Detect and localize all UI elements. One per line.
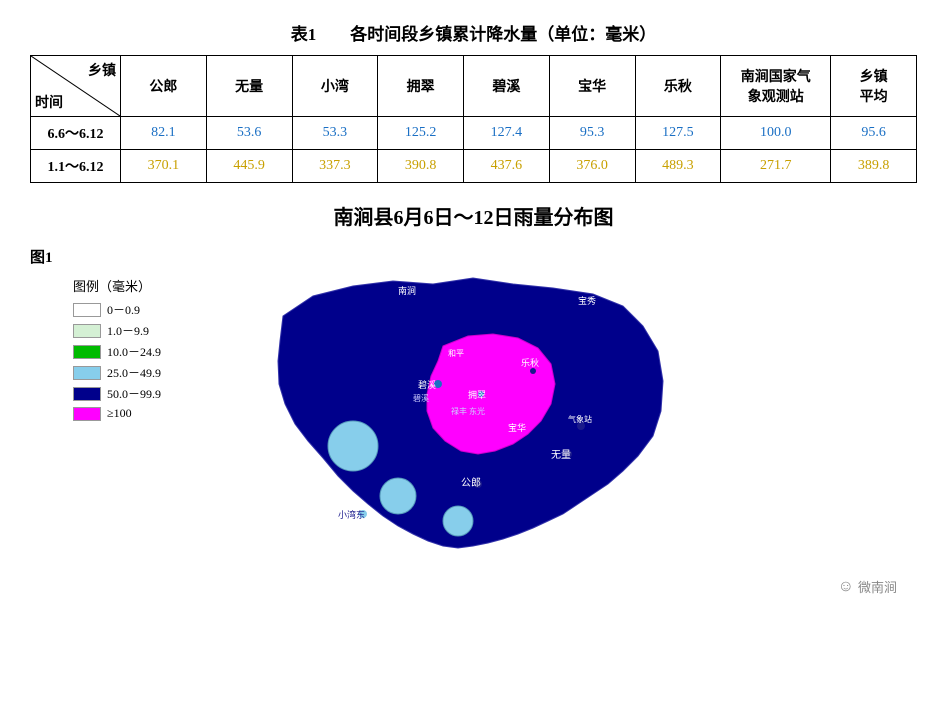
cell-66-avg: 95.6: [831, 117, 917, 150]
chart-area: 图1 图例（毫米） 0－0.9 1.0－9.9 10.0－24.9 25.0－4…: [30, 236, 917, 606]
col-header-leqiu: 乐秋: [635, 56, 721, 117]
legend-label-0: 0－0.9: [107, 301, 140, 318]
col-header-bixi: 碧溪: [464, 56, 550, 117]
cell-11-yongcui: 390.8: [378, 150, 464, 183]
rainfall-table: 乡镇 时间 公郎 无量 小湾 拥翠 碧溪 宝华 乐秋 南涧国家气象观测站 乡镇平…: [30, 55, 917, 183]
chart-title: 南涧县6月6日～12日雨量分布图: [30, 201, 917, 230]
legend-item-0: 0－0.9: [73, 301, 213, 318]
legend-color-1: [73, 324, 101, 338]
cell-11-baohua: 376.0: [549, 150, 635, 183]
cell-66-xiaowan: 53.3: [292, 117, 378, 150]
col-header-wuliang: 无量: [206, 56, 292, 117]
table-title: 表1 各时间段乡镇累计降水量（单位：毫米）: [30, 20, 917, 45]
label-yongcui: 拥翠: [468, 389, 486, 400]
label-heping: 和平: [448, 349, 464, 358]
col-header-station: 南涧国家气象观测站: [721, 56, 831, 117]
map-svg: 碧溪 拥翠 公郎 无量 乐秋 气象站 小湾东 宝华 南涧 宝秀 和平 碧溪 禄丰…: [223, 236, 723, 606]
header-diagonal-cell: 乡镇 时间: [31, 56, 121, 117]
cell-11-leqiu: 489.3: [635, 150, 721, 183]
legend-label-4: 50.0－99.9: [107, 385, 161, 402]
legend-item-4: 50.0－99.9: [73, 385, 213, 402]
cell-66-baohua: 95.3: [549, 117, 635, 150]
label-station: 气象站: [568, 414, 592, 424]
label-bixi2: 碧溪: [413, 393, 429, 403]
legend-item-5: ≥100: [73, 406, 213, 421]
legend-color-4: [73, 387, 101, 401]
watermark-icon: ☺: [838, 578, 854, 596]
table-row: 6.6～6.12 82.1 53.6 53.3 125.2 127.4 95.3…: [31, 117, 917, 150]
col-header-avg: 乡镇平均: [831, 56, 917, 117]
map-light-blue-2: [380, 478, 416, 514]
col-header-baohua: 宝华: [549, 56, 635, 117]
legend-item-1: 1.0－9.9: [73, 322, 213, 339]
cell-66-bixi: 127.4: [464, 117, 550, 150]
header-xiang-zhen: 乡镇: [88, 60, 116, 80]
watermark: ☺ 微南涧: [838, 577, 897, 596]
label-leqiu: 乐秋: [521, 357, 539, 368]
cell-11-gonglang: 370.1: [121, 150, 207, 183]
cell-11-wuliang: 445.9: [206, 150, 292, 183]
legend-color-2: [73, 345, 101, 359]
legend-label-3: 25.0－49.9: [107, 364, 161, 381]
label-wuliang: 无量: [551, 449, 571, 461]
table-row: 1.1～6.12 370.1 445.9 337.3 390.8 437.6 3…: [31, 150, 917, 183]
legend-color-3: [73, 366, 101, 380]
cell-66-yongcui: 125.2: [378, 117, 464, 150]
header-shi-jian: 时间: [35, 92, 63, 112]
label-center: 禄丰 东光: [451, 406, 485, 416]
page-container: 表1 各时间段乡镇累计降水量（单位：毫米） 乡镇 时间 公郎 无量 小湾 拥翠: [0, 0, 947, 626]
cell-11-xiaowan: 337.3: [292, 150, 378, 183]
row-label-66-612: 6.6～6.12: [31, 117, 121, 150]
row-label-11-612: 1.1～6.12: [31, 150, 121, 183]
label-bixi: 碧溪: [418, 379, 436, 390]
legend: 图例（毫米） 0－0.9 1.0－9.9 10.0－24.9 25.0－49.9…: [73, 276, 213, 425]
legend-item-2: 10.0－24.9: [73, 343, 213, 360]
legend-title: 图例（毫米）: [73, 276, 213, 295]
col-header-yongcui: 拥翠: [378, 56, 464, 117]
label-gonglang: 公郎: [461, 476, 481, 489]
cell-66-leqiu: 127.5: [635, 117, 721, 150]
legend-color-0: [73, 303, 101, 317]
cell-11-bixi: 437.6: [464, 150, 550, 183]
cell-11-station: 271.7: [721, 150, 831, 183]
map-container: 碧溪 拥翠 公郎 无量 乐秋 气象站 小湾东 宝华 南涧 宝秀 和平 碧溪 禄丰…: [223, 236, 917, 606]
cell-66-wuliang: 53.6: [206, 117, 292, 150]
label-xiaowan: 小湾东: [338, 509, 365, 520]
col-header-xiaowan: 小湾: [292, 56, 378, 117]
label-baohua: 宝华: [508, 422, 526, 433]
map-light-blue-1: [328, 421, 378, 471]
cell-66-gonglang: 82.1: [121, 117, 207, 150]
cell-66-station: 100.0: [721, 117, 831, 150]
label-east1: 宝秀: [578, 295, 596, 306]
col-header-gonglang: 公郎: [121, 56, 207, 117]
cell-11-avg: 389.8: [831, 150, 917, 183]
legend-item-3: 25.0－49.9: [73, 364, 213, 381]
legend-label-1: 1.0－9.9: [107, 322, 149, 339]
legend-color-5: [73, 407, 101, 421]
fig-label: 图1: [30, 246, 65, 267]
watermark-text: 微南涧: [858, 577, 897, 596]
legend-label-2: 10.0－24.9: [107, 343, 161, 360]
label-north1: 南涧: [398, 285, 416, 296]
legend-label-5: ≥100: [107, 406, 132, 421]
map-dot-leqiu: [530, 368, 536, 374]
map-light-blue-3: [443, 506, 473, 536]
